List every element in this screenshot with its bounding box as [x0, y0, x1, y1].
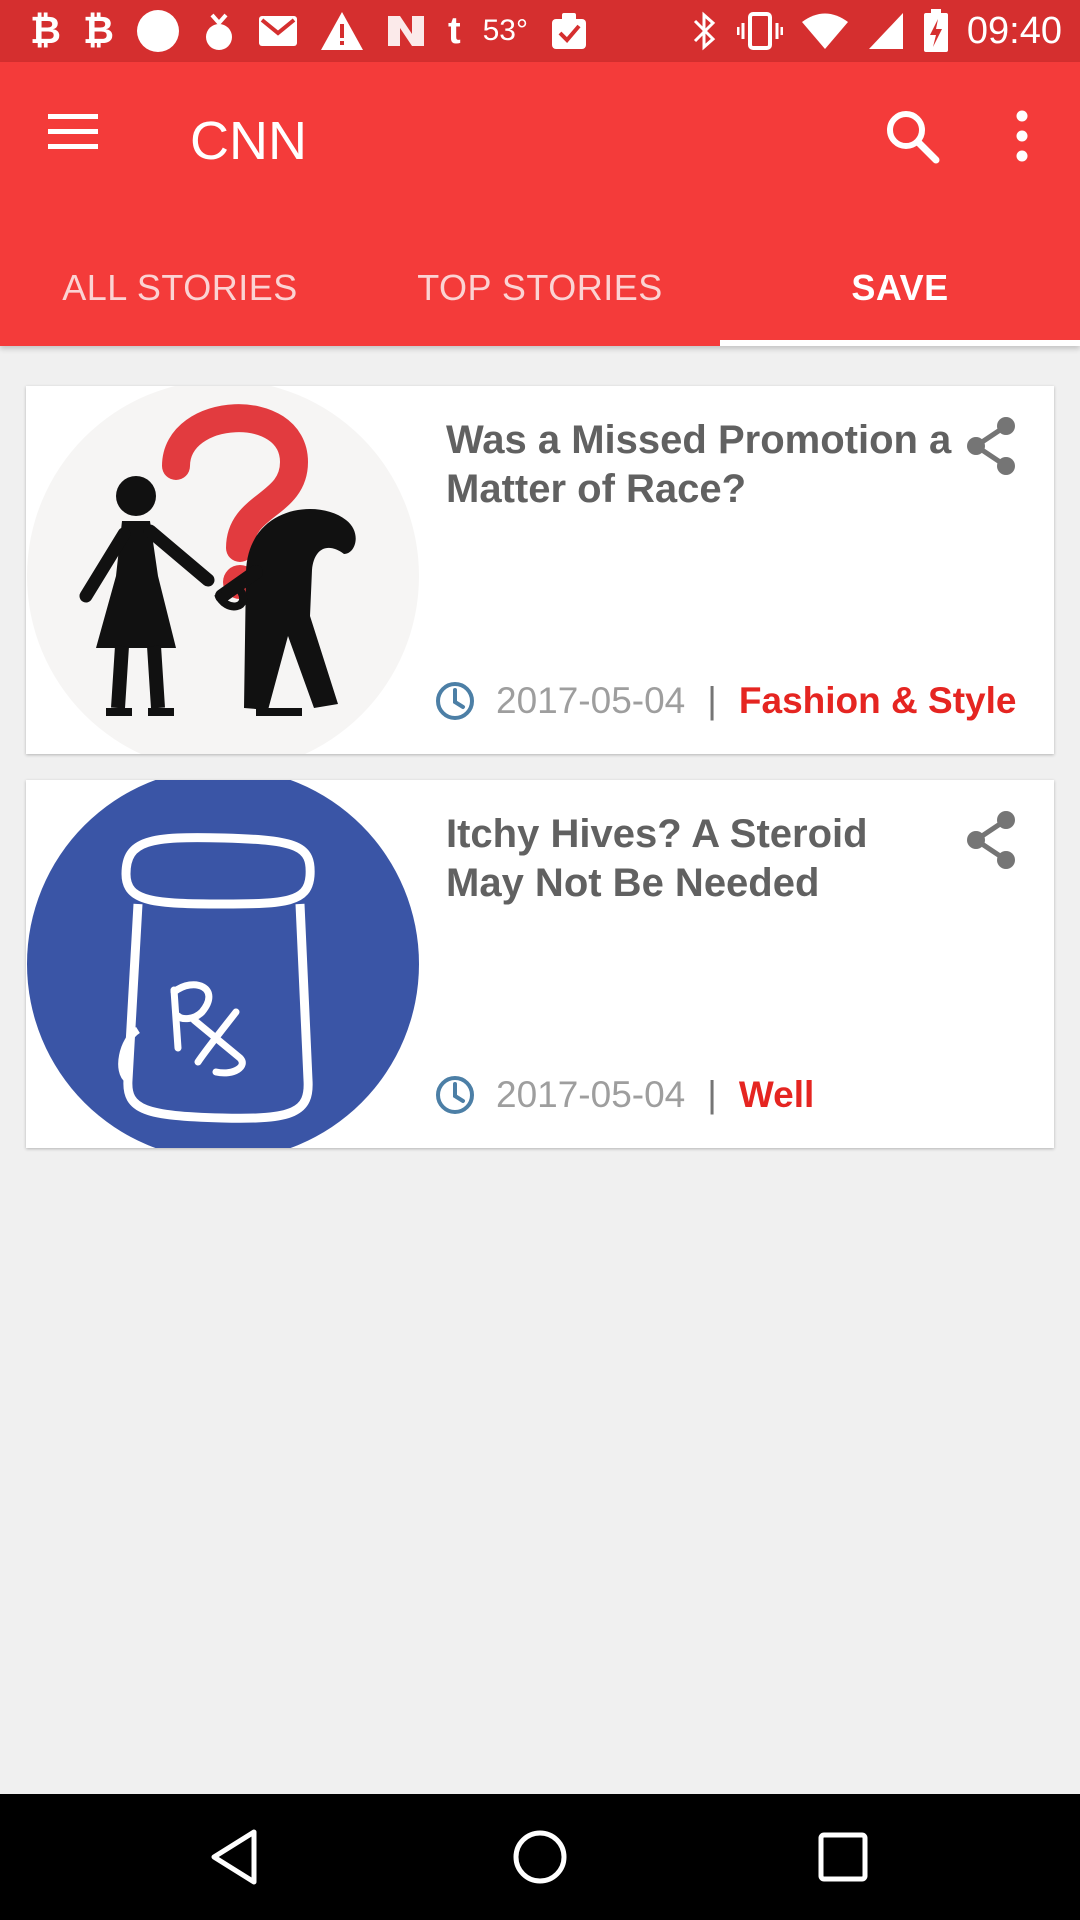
article-meta: 2017-05-04 | Fashion & Style: [434, 676, 1016, 726]
more-vert-icon[interactable]: [990, 104, 1054, 168]
clock-time: 09:40: [966, 9, 1062, 52]
recents-icon[interactable]: [810, 1824, 876, 1890]
bitcoin-icon: ₿: [30, 10, 61, 52]
share-icon[interactable]: [960, 414, 1024, 478]
article-meta: 2017-05-04 | Well: [434, 1070, 814, 1120]
search-icon[interactable]: [880, 104, 944, 168]
tab-all-stories[interactable]: ALL STORIES: [0, 234, 360, 346]
tab-bar: ALL STORIES TOP STORIES SAVE: [0, 234, 1080, 346]
navigation-bar: [0, 1794, 1080, 1920]
article-headline[interactable]: Was a Missed Promotion a Matter of Race?: [446, 416, 956, 514]
bomb-icon: [205, 13, 232, 50]
bluetooth-icon: [693, 11, 716, 51]
question-figures-image: [26, 386, 420, 754]
share-icon[interactable]: [960, 808, 1024, 872]
wifi-icon: [801, 13, 848, 49]
status-bar: ₿ ₿ t 53° 09:40: [0, 0, 1080, 62]
meta-separator: |: [707, 1074, 717, 1115]
circle-icon: [136, 10, 179, 52]
temperature-label: 53°: [482, 14, 528, 47]
home-icon[interactable]: [507, 1824, 573, 1890]
prescription-bottle-image: [26, 780, 420, 1148]
article-headline[interactable]: Itchy Hives? A Steroid May Not Be Needed: [446, 810, 956, 908]
clock-icon: [436, 1076, 474, 1114]
article-thumbnail[interactable]: [26, 780, 420, 1148]
clipboard-icon: [551, 13, 586, 49]
warning-icon: [320, 12, 363, 50]
news-icon: [387, 16, 424, 46]
meta-separator: |: [707, 680, 717, 721]
tab-top-stories[interactable]: TOP STORIES: [360, 234, 720, 346]
article-card[interactable]: Itchy Hives? A Steroid May Not Be Needed…: [26, 780, 1054, 1148]
app-title: CNN: [190, 111, 307, 171]
tumblr-icon: t: [447, 10, 461, 52]
tab-save[interactable]: SAVE: [720, 234, 1080, 346]
menu-icon[interactable]: [40, 102, 104, 166]
article-date: 2017-05-04: [496, 1074, 686, 1115]
clock-icon: [436, 682, 474, 720]
article-category[interactable]: Well: [739, 1074, 814, 1116]
app-bar: CNN ALL STORIES TOP STORIES SAVE: [0, 62, 1080, 346]
article-date: 2017-05-04: [496, 680, 686, 721]
signal-icon: [868, 13, 903, 49]
article-category[interactable]: Fashion & Style: [739, 680, 1017, 722]
article-thumbnail[interactable]: [26, 386, 420, 754]
battery-charging-icon: [923, 9, 948, 52]
bitcoin-icon: ₿: [82, 10, 114, 52]
vibrate-icon: [736, 12, 783, 50]
gmail-icon: [258, 16, 297, 46]
system-icons: 09:40: [691, 8, 1062, 54]
back-icon[interactable]: [202, 1824, 268, 1890]
notification-icons: ₿ ₿ t 53°: [30, 8, 588, 54]
article-card[interactable]: Was a Missed Promotion a Matter of Race?…: [26, 386, 1054, 754]
